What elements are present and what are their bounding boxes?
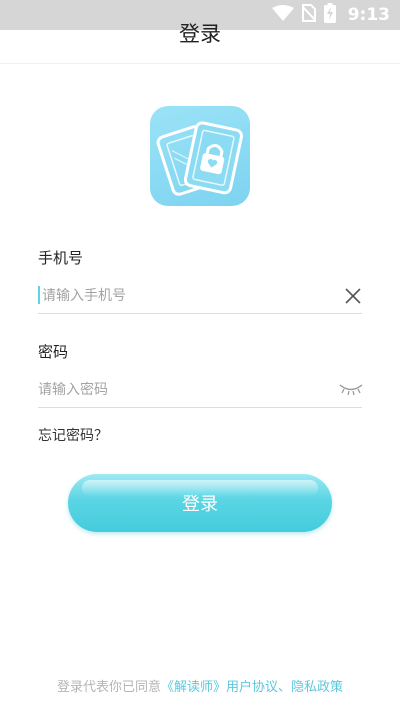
- agreement-prefix: 登录代表你已同意: [56, 680, 161, 695]
- password-underline: [38, 407, 362, 408]
- eye-closed-icon[interactable]: [338, 378, 364, 400]
- login-button-label: 登录: [182, 494, 218, 515]
- agreement-separator: 、: [278, 680, 292, 695]
- phone-underline: [38, 313, 362, 314]
- agreement-text: 登录代表你已同意《解读师》用户协议、隐私政策: [0, 676, 400, 695]
- close-icon[interactable]: [342, 285, 364, 307]
- phone-input[interactable]: [42, 284, 332, 308]
- password-label: 密码: [38, 343, 69, 361]
- login-button[interactable]: 登录: [68, 474, 332, 532]
- forgot-password-link[interactable]: 忘记密码？: [38, 425, 108, 445]
- app-logo-lock-cards-icon: [156, 121, 243, 196]
- header-divider: [0, 63, 400, 64]
- phone-label: 手机号: [38, 249, 84, 267]
- user-agreement-link[interactable]: 《解读师》用户协议: [161, 680, 278, 695]
- privacy-policy-link[interactable]: 隐私政策: [291, 680, 343, 695]
- text-caret: [38, 286, 40, 304]
- app-logo: [150, 106, 250, 206]
- page-title: 登录: [179, 22, 221, 46]
- password-input[interactable]: [38, 378, 328, 402]
